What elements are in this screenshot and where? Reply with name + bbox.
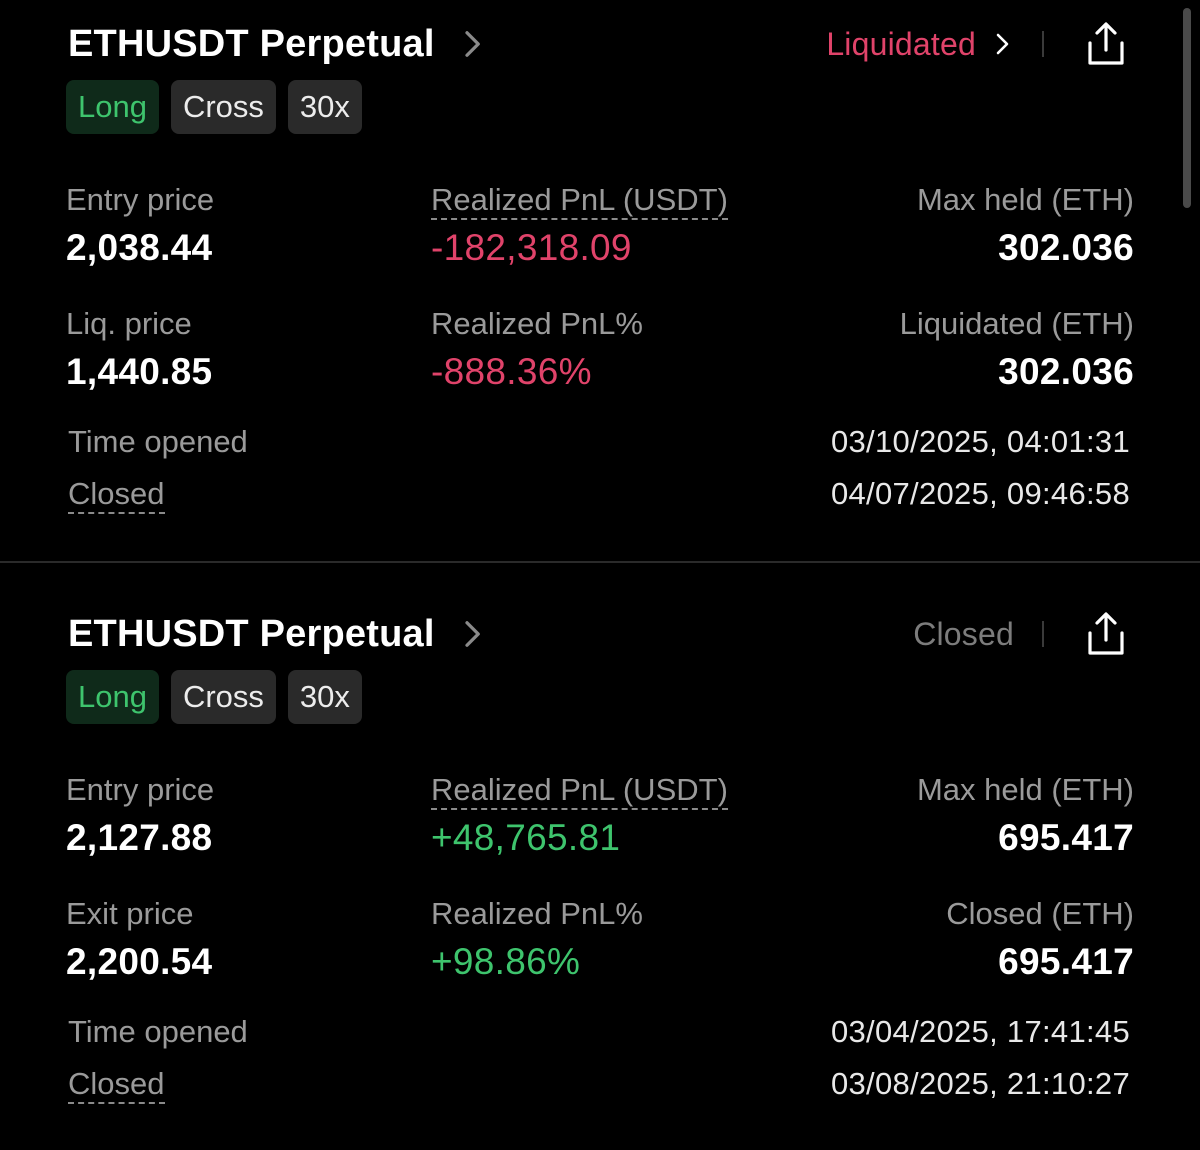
share-icon[interactable] (1084, 21, 1128, 67)
status-area: Liquidated (826, 18, 1128, 70)
entry-price-value: 2,038.44 (66, 227, 213, 268)
status-liquidated-link[interactable]: Liquidated (826, 26, 976, 63)
max-held-value: 695.417 (998, 817, 1134, 858)
position-card-closed: ETHUSDT Perpetual Closed Long Cross 30x … (0, 590, 1200, 1150)
entry-price-value: 2,127.88 (66, 817, 213, 858)
position-title-link[interactable]: ETHUSDT Perpetual (68, 612, 487, 656)
realized-pnl-field: Realized PnL (USDT) +48,765.81 (431, 770, 728, 862)
realized-pnl-value: +48,765.81 (431, 817, 621, 858)
time-opened-value: 03/10/2025, 04:01:31 (830, 424, 1130, 459)
time-opened-label: Time opened (68, 424, 248, 459)
closed-qty-field: Closed (ETH) 695.417 (946, 894, 1134, 986)
liquidated-qty-value: 302.036 (998, 351, 1134, 392)
realized-pnl-pct-value: +98.86% (431, 941, 581, 982)
max-held-field: Max held (ETH) 302.036 (917, 180, 1134, 272)
realized-pnl-label[interactable]: Realized PnL (USDT) (431, 772, 728, 810)
entry-price-field: Entry price 2,127.88 (66, 770, 214, 862)
chevron-right-icon[interactable] (990, 32, 1014, 56)
exit-price-field: Exit price 2,200.54 (66, 894, 212, 986)
realized-pnl-pct-label: Realized PnL% (431, 896, 643, 931)
position-title: ETHUSDT Perpetual (68, 22, 435, 65)
position-tags: Long Cross 30x (66, 80, 362, 134)
realized-pnl-label[interactable]: Realized PnL (USDT) (431, 182, 728, 220)
closed-time-value: 03/08/2025, 21:10:27 (830, 1066, 1130, 1101)
entry-price-label: Entry price (66, 182, 215, 217)
status-area: Closed (913, 608, 1128, 660)
closed-qty-value: 695.417 (998, 941, 1134, 982)
closed-time-label[interactable]: Closed (68, 476, 165, 514)
card-divider (0, 561, 1200, 563)
tag-leverage: 30x (287, 80, 362, 134)
closed-time-label[interactable]: Closed (68, 1066, 165, 1104)
liquidated-qty-field: Liquidated (ETH) 302.036 (900, 304, 1134, 396)
realized-pnl-pct-label: Realized PnL% (431, 306, 643, 341)
tag-margin-mode: Cross (170, 80, 276, 134)
exit-price-label: Exit price (66, 896, 194, 931)
liq-price-label: Liq. price (66, 306, 192, 341)
closed-qty-label: Closed (ETH) (946, 896, 1134, 931)
status-closed: Closed (913, 615, 1014, 652)
entry-price-field: Entry price 2,038.44 (66, 180, 214, 272)
tag-side: Long (66, 670, 159, 724)
chevron-right-icon (464, 621, 480, 647)
tag-margin-mode: Cross (170, 670, 276, 724)
closed-time-value: 04/07/2025, 09:46:58 (830, 476, 1130, 511)
vertical-divider (1042, 621, 1044, 647)
realized-pnl-field: Realized PnL (USDT) -182,318.09 (431, 180, 728, 272)
max-held-value: 302.036 (998, 227, 1134, 268)
position-tags: Long Cross 30x (66, 670, 362, 724)
realized-pnl-pct-field: Realized PnL% -888.36% (431, 304, 643, 396)
position-card-liquidated: ETHUSDT Perpetual Liquidated Long Cross … (0, 0, 1200, 560)
max-held-label: Max held (ETH) (916, 772, 1134, 807)
tag-side: Long (66, 80, 159, 134)
scrollbar[interactable] (1183, 8, 1191, 208)
liq-price-field: Liq. price 1,440.85 (66, 304, 212, 396)
exit-price-value: 2,200.54 (66, 941, 213, 982)
max-held-label: Max held (ETH) (916, 182, 1134, 217)
realized-pnl-pct-value: -888.36% (431, 351, 592, 392)
liquidated-qty-label: Liquidated (ETH) (899, 306, 1134, 341)
share-icon[interactable] (1084, 611, 1128, 657)
time-opened-value: 03/04/2025, 17:41:45 (830, 1014, 1130, 1049)
realized-pnl-value: -182,318.09 (431, 227, 632, 268)
position-title: ETHUSDT Perpetual (68, 612, 435, 655)
realized-pnl-pct-field: Realized PnL% +98.86% (431, 894, 643, 986)
tag-leverage: 30x (287, 670, 362, 724)
vertical-divider (1042, 31, 1044, 57)
time-opened-label: Time opened (68, 1014, 248, 1049)
liq-price-value: 1,440.85 (66, 351, 213, 392)
max-held-field: Max held (ETH) 695.417 (917, 770, 1134, 862)
chevron-right-icon (464, 31, 480, 57)
position-title-link[interactable]: ETHUSDT Perpetual (68, 22, 487, 66)
entry-price-label: Entry price (66, 772, 215, 807)
